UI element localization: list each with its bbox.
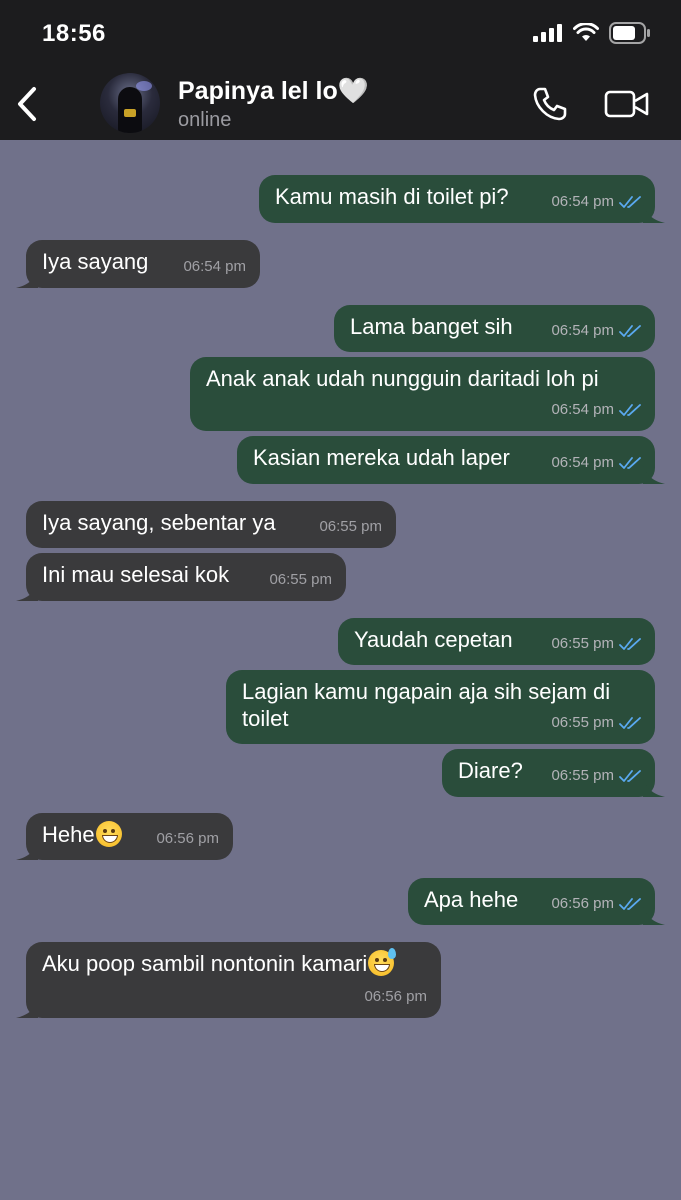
read-receipt-icon [619, 769, 641, 782]
message-meta: 06:56 pm [364, 983, 427, 1010]
status-bar: 18:56 [0, 0, 681, 66]
bubble-tail [16, 583, 38, 601]
message-text: Diare? [458, 758, 523, 783]
message-bubble-outgoing[interactable]: Anak anak udah nungguin daritadi loh pi … [190, 357, 655, 431]
message-bubble-outgoing[interactable]: Diare? 06:55 pm [442, 749, 665, 797]
message-bubble-outgoing[interactable]: Yaudah cepetan 06:55 pm [338, 618, 655, 665]
message-meta: 06:54 pm [551, 396, 641, 423]
phone-call-icon[interactable] [530, 84, 570, 124]
contact-status: online [178, 109, 232, 131]
grinning-face-with-sweat-emoji-icon [368, 948, 397, 976]
message-bubble-outgoing[interactable]: Kasian mereka udah laper 06:54 pm [237, 436, 665, 484]
message-bubble-outgoing[interactable]: Lama banget sih 06:54 pm [334, 305, 655, 352]
message-bubble-incoming[interactable]: Iya sayang, sebentar ya 06:55 pm [26, 501, 396, 548]
message-bubble-outgoing[interactable]: Kamu masih di toilet pi? 06:54 pm [259, 175, 665, 223]
message-meta: 06:55 pm [551, 762, 641, 789]
message-time: 06:55 pm [551, 635, 614, 652]
message-time: 06:55 pm [269, 571, 332, 588]
message-meta: 06:55 pm [319, 513, 382, 540]
message-text: Iya sayang [42, 249, 149, 274]
message-meta: 06:54 pm [551, 188, 641, 215]
read-receipt-icon [619, 716, 641, 729]
contact-name[interactable]: Papinya lel lo🤍 [178, 77, 369, 106]
message-text: Kasian mereka udah laper [253, 445, 510, 470]
message-text: Yaudah cepetan [354, 627, 513, 652]
message-meta: 06:54 pm [551, 317, 641, 344]
chat-header: Papinya lel lo🤍 online [0, 66, 681, 140]
message-text: Apa hehe [424, 887, 519, 912]
avatar-shirt-print [124, 109, 136, 117]
message-meta: 06:55 pm [269, 566, 332, 593]
bubble-tail [643, 907, 665, 925]
bubble-tail [643, 205, 665, 223]
battery-icon [609, 22, 650, 44]
message-time: 06:54 pm [551, 322, 614, 339]
message-text: Hehe [42, 822, 95, 847]
message-time: 06:55 pm [551, 767, 614, 784]
grinning-face-emoji-icon [95, 821, 122, 847]
message-meta: 06:56 pm [551, 890, 641, 917]
bubble-tail [16, 1000, 38, 1018]
message-bubble-outgoing[interactable]: Apa hehe 06:56 pm [408, 878, 665, 925]
wifi-icon [573, 23, 599, 41]
system-indicators [533, 21, 651, 45]
message-time: 06:55 pm [551, 714, 614, 731]
read-receipt-icon [619, 637, 641, 650]
avatar[interactable] [100, 73, 160, 133]
status-time: 18:56 [42, 20, 106, 47]
message-text: Kamu masih di toilet pi? [275, 184, 509, 209]
chat-area[interactable]: Kamu masih di toilet pi? 06:54 pm Iya sa… [0, 140, 681, 1200]
message-bubble-outgoing[interactable]: Lagian kamu ngapain aja sih sejam di toi… [226, 670, 655, 744]
message-text: Lama banget sih [350, 314, 513, 339]
back-icon[interactable] [12, 84, 42, 124]
bubble-tail [16, 842, 38, 860]
message-meta: 06:54 pm [551, 449, 641, 476]
message-text: Aku poop sambil nontonin kamari [42, 951, 368, 976]
message-time: 06:56 pm [364, 988, 427, 1005]
read-receipt-icon [619, 324, 641, 337]
message-time: 06:54 pm [183, 258, 246, 275]
read-receipt-icon [619, 897, 641, 910]
message-time: 06:54 pm [551, 401, 614, 418]
cellular-signal-icon [533, 24, 562, 42]
bubble-tail [643, 466, 665, 484]
read-receipt-icon [619, 195, 641, 208]
message-text: Iya sayang, sebentar ya [42, 510, 276, 535]
bubble-tail [16, 270, 38, 288]
message-time: 06:54 pm [551, 454, 614, 471]
bubble-tail [643, 779, 665, 797]
message-text: Ini mau selesai kok [42, 562, 230, 587]
message-time: 06:55 pm [319, 518, 382, 535]
message-time: 06:54 pm [551, 193, 614, 210]
message-time: 06:56 pm [156, 830, 219, 847]
message-bubble-incoming[interactable]: Hehe 06:56 pm [16, 813, 233, 860]
message-meta: 06:55 pm [551, 630, 641, 657]
message-meta: 06:55 pm [551, 709, 641, 736]
read-receipt-icon [619, 403, 641, 416]
read-receipt-icon [619, 456, 641, 469]
video-call-icon[interactable] [604, 84, 650, 124]
sweat-drop [388, 948, 397, 959]
message-bubble-incoming[interactable]: Ini mau selesai kok 06:55 pm [16, 553, 346, 601]
message-meta: 06:54 pm [183, 253, 246, 280]
message-time: 06:56 pm [551, 895, 614, 912]
message-text: Anak anak udah nungguin daritadi loh pi [206, 366, 599, 391]
message-meta: 06:56 pm [156, 825, 219, 852]
message-bubble-incoming[interactable]: Aku poop sambil nontonin kamari 06:56 pm [16, 942, 441, 1018]
message-bubble-incoming[interactable]: Iya sayang 06:54 pm [16, 240, 260, 288]
